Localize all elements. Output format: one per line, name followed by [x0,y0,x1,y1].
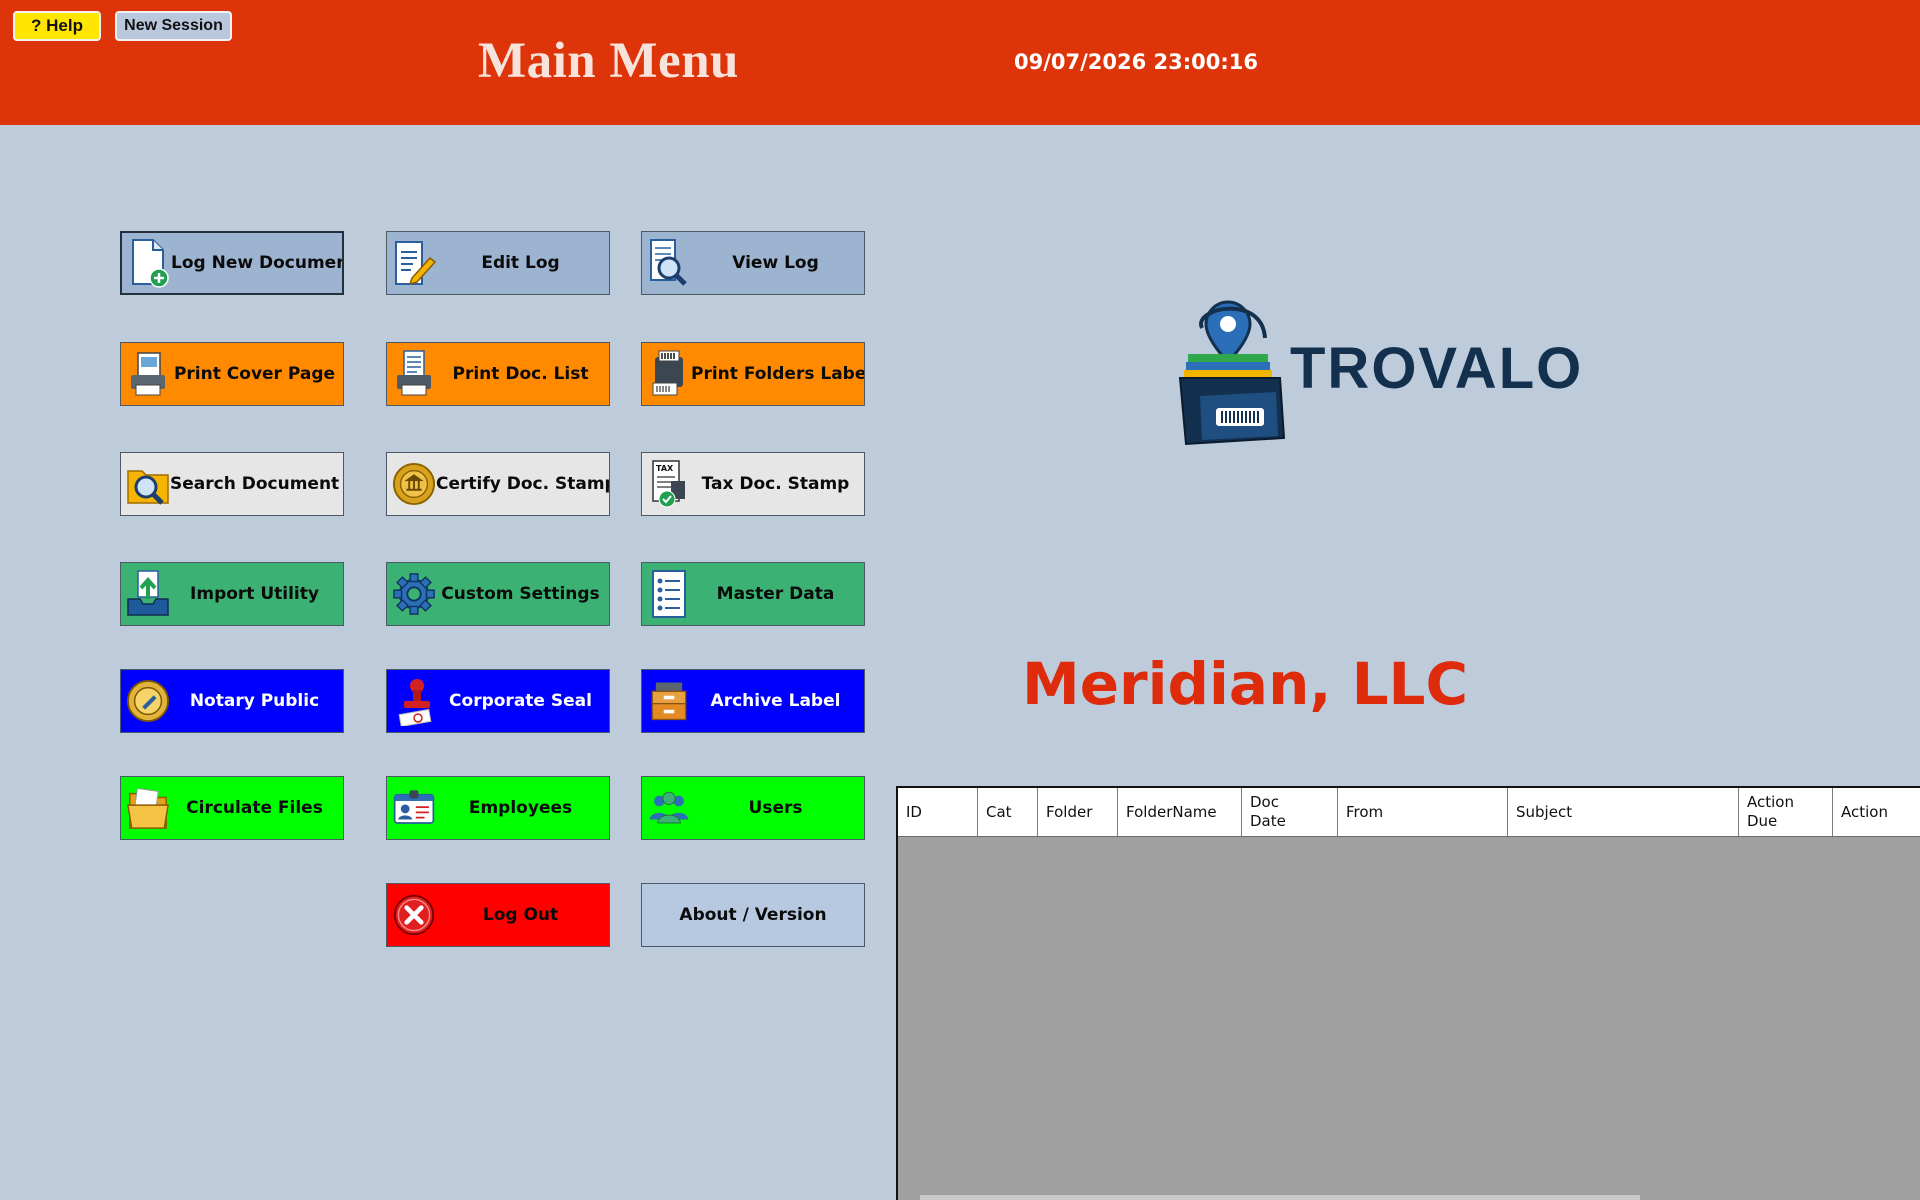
horizontal-scrollbar[interactable] [920,1195,1640,1200]
id-card-icon [392,782,436,834]
document-log-grid[interactable]: ID Cat Folder FolderName Doc Date From S… [896,786,1920,1200]
archive-label-label: Archive Label [710,691,841,711]
search-document-button[interactable]: Search Document [120,452,344,516]
printer-photo-icon [126,348,170,400]
print-folders-labels-label: Print Folders Labels [691,364,865,384]
log-out-button[interactable]: Log Out [386,883,610,947]
print-folders-labels-button[interactable]: Print Folders Labels [641,342,865,406]
grid-header: ID Cat Folder FolderName Doc Date From S… [898,788,1920,837]
users-button[interactable]: Users [641,776,865,840]
employees-button[interactable]: Employees [386,776,610,840]
archive-label-button[interactable]: Archive Label [641,669,865,733]
close-circle-icon [392,889,436,941]
search-document-label: Search Document [170,474,340,494]
label-printer-icon [647,348,691,400]
page-title: Main Menu [478,33,739,89]
svg-text:TAX: TAX [656,464,674,473]
column-header-action-due[interactable]: Action Due [1739,788,1833,836]
circulate-files-label: Circulate Files [186,798,323,818]
print-cover-page-button[interactable]: Print Cover Page [120,342,344,406]
corporate-seal-button[interactable]: Corporate Seal [386,669,610,733]
master-data-button[interactable]: Master Data [641,562,865,626]
custom-settings-button[interactable]: Custom Settings [386,562,610,626]
about-version-label: About / Version [679,905,827,925]
tax-doc-stamp-button[interactable]: TAX Tax Doc. Stamp [641,452,865,516]
help-button[interactable]: ? Help [13,11,101,41]
edit-document-icon [392,237,436,289]
notary-public-button[interactable]: Notary Public [120,669,344,733]
notary-public-label: Notary Public [189,691,320,711]
column-header-foldername[interactable]: FolderName [1118,788,1242,836]
datetime-display: 09/07/2026 23:00:16 [1014,50,1259,74]
import-utility-button[interactable]: Import Utility [120,562,344,626]
import-utility-label: Import Utility [190,584,319,604]
users-group-icon [647,782,691,834]
document-plus-icon [127,237,171,289]
log-out-label: Log Out [482,905,559,925]
brand-logo-text: TROVALO [1290,336,1584,401]
log-new-document-label: Log New Document [171,253,344,273]
new-session-button[interactable]: New Session [115,11,232,41]
circulate-files-button[interactable]: Circulate Files [120,776,344,840]
folder-icon [126,782,170,834]
corporate-seal-badge-icon [392,458,436,510]
rubber-stamp-icon [392,675,436,727]
print-cover-page-label: Print Cover Page [173,364,336,384]
master-data-label: Master Data [716,584,835,604]
corporate-seal-label: Corporate Seal [449,691,592,711]
column-header-action[interactable]: Action [1833,788,1920,836]
company-name: Meridian, LLC [1022,650,1469,718]
certify-doc-stamp-button[interactable]: Certify Doc. Stamp [386,452,610,516]
column-header-subject[interactable]: Subject [1508,788,1739,836]
tax-doc-stamp-label: Tax Doc. Stamp [701,474,850,494]
column-header-id[interactable]: ID [898,788,978,836]
column-header-folder[interactable]: Folder [1038,788,1118,836]
column-header-from[interactable]: From [1338,788,1508,836]
checklist-icon [647,568,691,620]
column-header-doc-date[interactable]: Doc Date [1242,788,1338,836]
folder-search-icon [126,458,170,510]
gear-icon [392,568,436,620]
print-doc-list-button[interactable]: Print Doc. List [386,342,610,406]
custom-settings-label: Custom Settings [441,584,600,604]
about-version-button[interactable]: About / Version [641,883,865,947]
users-label: Users [748,798,803,818]
archive-boxes-icon [647,675,691,727]
certify-doc-stamp-label: Certify Doc. Stamp [436,474,610,494]
edit-log-label: Edit Log [481,253,560,273]
header-bar: ? Help New Session Main Menu 09/07/2026 … [0,0,1920,125]
employees-label: Employees [468,798,573,818]
notary-seal-icon [126,675,170,727]
inbox-upload-icon [126,568,170,620]
view-log-button[interactable]: View Log [641,231,865,295]
magnifier-document-icon [647,237,691,289]
log-new-document-button[interactable]: Log New Document [120,231,344,295]
print-doc-list-label: Print Doc. List [452,364,589,384]
printer-list-icon [392,348,436,400]
tax-document-check-icon: TAX [647,458,691,510]
column-header-cat[interactable]: Cat [978,788,1038,836]
edit-log-button[interactable]: Edit Log [386,231,610,295]
view-log-label: View Log [732,253,819,273]
